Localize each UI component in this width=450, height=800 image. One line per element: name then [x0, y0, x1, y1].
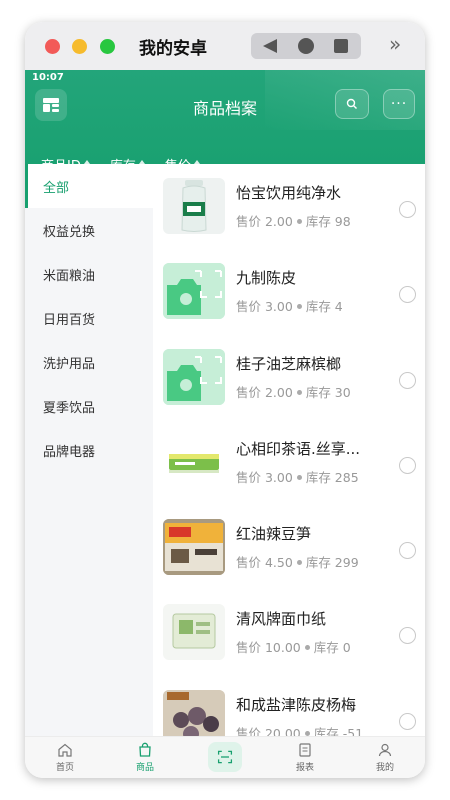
separator-dot	[296, 389, 302, 395]
product-name: 怡宝饮用纯净水	[236, 184, 342, 202]
tab-report[interactable]: 报表	[265, 737, 345, 778]
select-radio[interactable]	[399, 371, 416, 389]
select-radio[interactable]	[399, 286, 416, 304]
bottom-tab-bar: 首页 商品 报表 我的	[25, 736, 425, 778]
tab-mine[interactable]: 我的	[345, 737, 425, 778]
select-radio[interactable]	[399, 542, 416, 560]
product-stock: 库存 0	[313, 640, 351, 656]
product-name: 心相印茶语.丝享...	[236, 439, 361, 458]
tissue-box-image	[163, 604, 225, 661]
sidebar-item-daily-goods[interactable]: 日用百货	[25, 296, 153, 340]
sidebar-item-benefits[interactable]: 权益兑换	[25, 208, 153, 252]
product-price: 售价 10.00	[236, 640, 301, 656]
product-price: 售价 2.00	[236, 384, 293, 400]
product-stock: 库存 299	[305, 555, 359, 571]
category-sidebar: 全部 权益兑换 米面粮油 日用百货 洗护用品 夏季饮品 品牌电器	[25, 164, 153, 736]
sidebar-item-appliances[interactable]: 品牌电器	[25, 428, 153, 472]
product-stock: 库存 30	[305, 384, 351, 400]
product-meta: 售价 10.00 库存 0	[236, 637, 351, 656]
search-icon	[346, 98, 357, 109]
separator-dot	[304, 645, 310, 651]
tissue-pack-image	[163, 433, 225, 490]
scan-button[interactable]	[208, 742, 242, 772]
user-icon	[378, 743, 392, 757]
product-item[interactable]: 九制陈皮 售价 3.00 库存 4	[153, 249, 425, 334]
separator-dot	[296, 560, 302, 566]
zoom-window-button[interactable]	[100, 39, 115, 54]
sidebar-item-toiletries[interactable]: 洗护用品	[25, 340, 153, 384]
shopping-bag-icon	[139, 742, 151, 757]
product-price: 售价 3.00	[236, 299, 293, 315]
product-name: 九制陈皮	[236, 269, 297, 288]
scan-icon	[217, 750, 233, 764]
product-stock: 库存 98	[305, 214, 351, 229]
product-item[interactable]: 桂子油芝麻槟榔 售价 2.00 库存 30	[153, 335, 425, 420]
more-menu-button[interactable]: ···	[383, 89, 415, 119]
tab-home[interactable]: 首页	[25, 737, 105, 778]
tab-label: 报表	[295, 763, 314, 773]
product-stock: 库存 285	[305, 469, 359, 485]
separator-dot	[296, 219, 302, 224]
home-circle-icon[interactable]	[298, 38, 314, 54]
product-price: 售价 20.00	[236, 725, 301, 736]
emulator-title: 我的安卓	[139, 39, 207, 59]
product-stock: 库存 -51	[313, 725, 364, 736]
emulator-title-bar: 我的安卓 »	[25, 22, 425, 70]
tab-label: 我的	[375, 763, 394, 773]
status-time: 10:07	[32, 72, 64, 83]
plum-bag-image	[163, 689, 225, 736]
select-radio[interactable]	[399, 712, 416, 730]
select-radio[interactable]	[399, 456, 416, 474]
product-price: 售价 4.50	[236, 555, 293, 571]
product-name: 和成盐津陈皮杨梅	[236, 695, 357, 714]
double-chevron-right-icon[interactable]: »	[389, 32, 401, 56]
tab-scan[interactable]	[185, 737, 265, 778]
product-name: 红油辣豆笋	[236, 525, 312, 544]
product-meta: 售价 4.50 库存 299	[236, 552, 359, 571]
product-name: 清风牌面巾纸	[236, 610, 327, 629]
image-placeholder-icon	[163, 348, 225, 405]
minimize-window-button[interactable]	[72, 39, 87, 54]
close-window-button[interactable]	[45, 39, 60, 54]
product-price: 售价 3.00	[236, 469, 293, 485]
select-radio[interactable]	[399, 201, 416, 218]
product-name: 桂子油芝麻槟榔	[236, 354, 342, 373]
separator-dot	[296, 304, 302, 310]
product-price: 售价 2.00	[236, 214, 293, 229]
back-triangle-icon[interactable]	[263, 39, 277, 53]
product-list: 怡宝饮用纯净水 售价 2.00 库存 98 九制陈皮 售价 3.00 库存 4	[153, 164, 425, 736]
device-frame: 我的安卓 » 10:07 商品档案 ··· 商	[25, 22, 425, 778]
sidebar-item-grain-oil[interactable]: 米面粮油	[25, 252, 153, 296]
tab-label: 首页	[55, 763, 74, 773]
product-item[interactable]: 和成盐津陈皮杨梅 售价 20.00 库存 -51	[153, 676, 425, 736]
home-icon	[58, 743, 72, 757]
product-item[interactable]: 清风牌面巾纸 售价 10.00 库存 0	[153, 590, 425, 675]
report-icon	[299, 743, 311, 757]
water-bottle-image	[163, 178, 225, 234]
product-item[interactable]: 心相印茶语.丝享... 售价 3.00 库存 285	[153, 420, 425, 505]
product-meta: 售价 2.00 库存 30	[236, 382, 351, 401]
search-button[interactable]	[335, 89, 369, 119]
product-meta: 售价 2.00 库存 98	[236, 211, 351, 230]
separator-dot	[296, 474, 302, 480]
select-radio[interactable]	[399, 627, 416, 645]
tab-label: 商品	[135, 763, 154, 773]
image-placeholder-icon	[163, 263, 225, 320]
product-meta: 售价 20.00 库存 -51	[236, 723, 363, 736]
recents-square-icon[interactable]	[334, 39, 348, 53]
product-meta: 售价 3.00 库存 4	[236, 296, 343, 315]
tab-goods[interactable]: 商品	[105, 737, 185, 778]
sidebar-item-summer-drinks[interactable]: 夏季饮品	[25, 384, 153, 428]
page-title: 商品档案	[192, 99, 257, 118]
product-item[interactable]: 红油辣豆笋 售价 4.50 库存 299	[153, 505, 425, 590]
emulator-nav-controls	[251, 33, 361, 59]
product-meta: 售价 3.00 库存 285	[236, 467, 359, 486]
product-item[interactable]: 怡宝饮用纯净水 售价 2.00 库存 98	[153, 164, 425, 249]
sidebar-item-all[interactable]: 全部	[25, 164, 153, 208]
product-stock: 库存 4	[305, 299, 343, 315]
snack-box-image	[163, 519, 225, 576]
